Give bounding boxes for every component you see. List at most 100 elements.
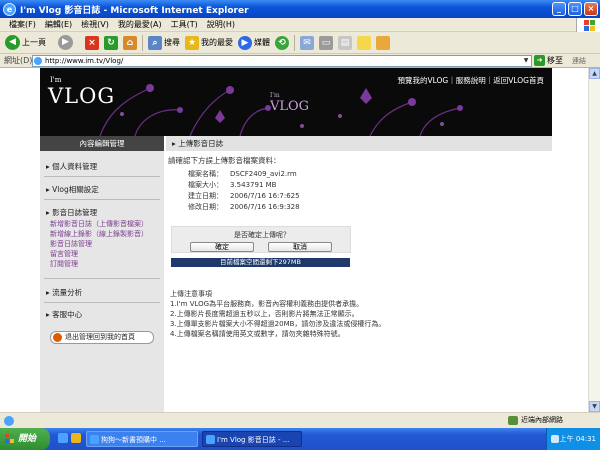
home-icon: ⌂ [123, 35, 137, 50]
sidebar-item-media[interactable]: ▸ 影音日誌管理 [46, 207, 97, 218]
menu-view[interactable]: 檢視(V) [81, 19, 109, 30]
top-nav-links[interactable]: 預覽我的VLOG｜服務說明｜返回VLOG首頁 [397, 75, 544, 86]
confirm-panel: 是否確定上傳呢？ 確定 取消 [171, 226, 351, 253]
home-badge-icon [53, 333, 62, 342]
search-label: 搜尋 [164, 38, 180, 47]
modified-date-value: 2006/7/16 16:9:328 [230, 203, 300, 211]
status-bar: 近端內部網路 [0, 412, 600, 428]
scroll-down-icon[interactable]: ▼ [589, 401, 600, 412]
tray-icon[interactable] [551, 435, 559, 443]
sidebar-item-service-label: 客服中心 [52, 310, 83, 319]
forward-button[interactable]: ▶ [58, 35, 73, 50]
file-info-row: 檔案名稱： DSCF2409_avi2.rm [188, 169, 300, 180]
print-icon: ▭ [319, 35, 333, 50]
internet-explorer-icon: e [3, 2, 16, 16]
ie-task-icon [206, 435, 215, 444]
address-bar: 網址(D) http://www.im.tv/Vlog/ ▼ ➜ 移至 連結 [0, 54, 600, 68]
logo-im-text: I'm [50, 76, 62, 84]
sidebar-item-service[interactable]: ▸ 客服中心 [46, 309, 82, 320]
maximize-button[interactable]: □ [568, 2, 582, 16]
sidebar-link-upload[interactable]: 新增影音日誌（上傳影音檔案） [50, 219, 148, 229]
sidebar-item-media-label: 影音日誌管理 [52, 208, 98, 217]
taskbar-task[interactable]: 狗狗～新書預購中 ... [86, 431, 198, 447]
favorites-button[interactable]: ★ 我的最愛 [185, 35, 233, 50]
storage-quota-bar: 目前檔案空間還剩下297MB [171, 258, 350, 267]
folder-icon [376, 35, 390, 50]
browser-toolbar: ◀ 上一頁 ▶ × ↻ ⌂ ⌕ 搜尋 ★ 我的最愛 ▶ 媒體 ⟲ ✉ ▭ ▤ [0, 32, 600, 54]
refresh-icon: ↻ [104, 35, 118, 50]
go-label: 移至 [547, 56, 563, 65]
file-info-row: 建立日期： 2006/7/16 16:7:625 [188, 191, 300, 202]
sidebar-link-record[interactable]: 新增線上錄影（線上錄製影音） [50, 229, 148, 239]
windows-logo-icon [576, 18, 600, 32]
close-button[interactable]: × [584, 2, 598, 16]
discuss-button[interactable] [357, 35, 371, 50]
note-item: 2.上傳影片長度需超過五秒以上，否則影片將無法正常顯示。 [170, 310, 359, 318]
security-zone: 近端內部網路 [508, 415, 563, 425]
history-icon: ⟲ [275, 35, 289, 50]
center-logo: I'm VLOG [270, 92, 309, 114]
refresh-button[interactable]: ↻ [104, 35, 118, 50]
print-button[interactable]: ▭ [319, 35, 333, 50]
intro-text: 請確認下方誤上傳影音檔案資料： [168, 156, 281, 165]
start-label: 開始 [18, 434, 37, 444]
site-logo[interactable]: I'm VLOG [48, 76, 115, 108]
go-arrow-icon: ➜ [534, 55, 545, 66]
stop-button[interactable]: × [85, 35, 99, 50]
sidebar-link-manage[interactable]: 影音日誌管理 [50, 239, 148, 249]
search-icon: ⌕ [148, 35, 162, 50]
menu-help[interactable]: 說明(H) [207, 19, 235, 30]
search-button[interactable]: ⌕ 搜尋 [148, 35, 180, 50]
edit-icon: ▤ [338, 35, 352, 50]
minimize-button[interactable]: _ [552, 2, 566, 16]
sidebar-link-comments[interactable]: 留言管理 [50, 249, 148, 259]
menu-file[interactable]: 檔案(F) [9, 19, 36, 30]
messenger-button[interactable] [376, 35, 390, 50]
sidebar-link-subscriptions[interactable]: 訂閱管理 [50, 259, 148, 269]
mail-icon: ✉ [300, 35, 314, 50]
go-button[interactable]: ➜ 移至 [534, 55, 563, 66]
mail-button[interactable]: ✉ [300, 35, 314, 50]
sidebar-item-vlog-settings-label: Vlog相關設定 [52, 185, 99, 194]
sidebar-item-vlog-settings[interactable]: ▸ Vlog相關設定 [46, 184, 99, 195]
note-item: 3.上傳單支影片檔案大小不得超過20MB，請勿涉及違法或侵權行為。 [170, 320, 386, 328]
media-submenu: 新增影音日誌（上傳影音檔案） 新增線上錄影（線上錄製影音） 影音日誌管理 留言管… [40, 219, 148, 269]
scroll-up-icon[interactable]: ▲ [589, 68, 600, 79]
section-header: ▸ 上傳影音日誌 [166, 136, 552, 151]
edit-button[interactable]: ▤ [338, 35, 352, 50]
confirm-cancel-button[interactable]: 取消 [268, 242, 332, 252]
address-input[interactable]: http://www.im.tv/Vlog/ [32, 55, 532, 67]
folder-launch-icon[interactable] [71, 433, 81, 443]
vertical-scrollbar[interactable]: ▲ ▼ [588, 68, 600, 412]
forward-arrow-icon: ▶ [58, 35, 73, 50]
windows-taskbar: 開始 狗狗～新書預購中 ... I'm Vlog 影音日誌 - ... 上午 0… [0, 428, 600, 450]
menu-tools[interactable]: 工具(T) [171, 19, 198, 30]
sidebar-item-personal-label: 個人資料管理 [52, 162, 98, 171]
taskbar-task-active[interactable]: I'm Vlog 影音日誌 - ... [202, 431, 302, 447]
file-info-row: 修改日期： 2006/7/16 16:9:328 [188, 202, 300, 213]
address-dropdown-icon[interactable]: ▼ [521, 56, 531, 66]
stop-icon: × [85, 35, 99, 50]
start-button[interactable]: 開始 [0, 428, 50, 450]
note-icon [357, 35, 371, 50]
taskbar-task-label: 狗狗～新書預購中 ... [101, 436, 166, 444]
toolbar-divider [142, 34, 143, 51]
system-tray: 上午 04:31 [546, 428, 600, 450]
back-button[interactable]: ◀ 上一頁 [5, 35, 46, 50]
sidebar-divider [44, 302, 160, 303]
exit-admin-button[interactable]: 退出管理回到我的首頁 [50, 331, 154, 344]
links-button[interactable]: 連結 [572, 56, 586, 66]
home-button[interactable]: ⌂ [123, 35, 137, 50]
exit-admin-label: 退出管理回到我的首頁 [65, 333, 135, 341]
ie-launch-icon[interactable] [58, 433, 68, 443]
confirm-question: 是否確定上傳呢？ [234, 231, 290, 239]
media-button[interactable]: ▶ 媒體 [238, 35, 270, 50]
confirm-ok-button[interactable]: 確定 [190, 242, 254, 252]
sidebar-item-personal[interactable]: ▸ 個人資料管理 [46, 161, 97, 172]
menu-favorites[interactable]: 我的最愛(A) [118, 19, 162, 30]
file-name-value: DSCF2409_avi2.rm [230, 170, 297, 178]
menu-edit[interactable]: 編輯(E) [45, 19, 72, 30]
sidebar-item-traffic[interactable]: ▸ 流量分析 [46, 287, 82, 298]
page-done-icon [4, 416, 14, 426]
history-button[interactable]: ⟲ [275, 35, 289, 50]
